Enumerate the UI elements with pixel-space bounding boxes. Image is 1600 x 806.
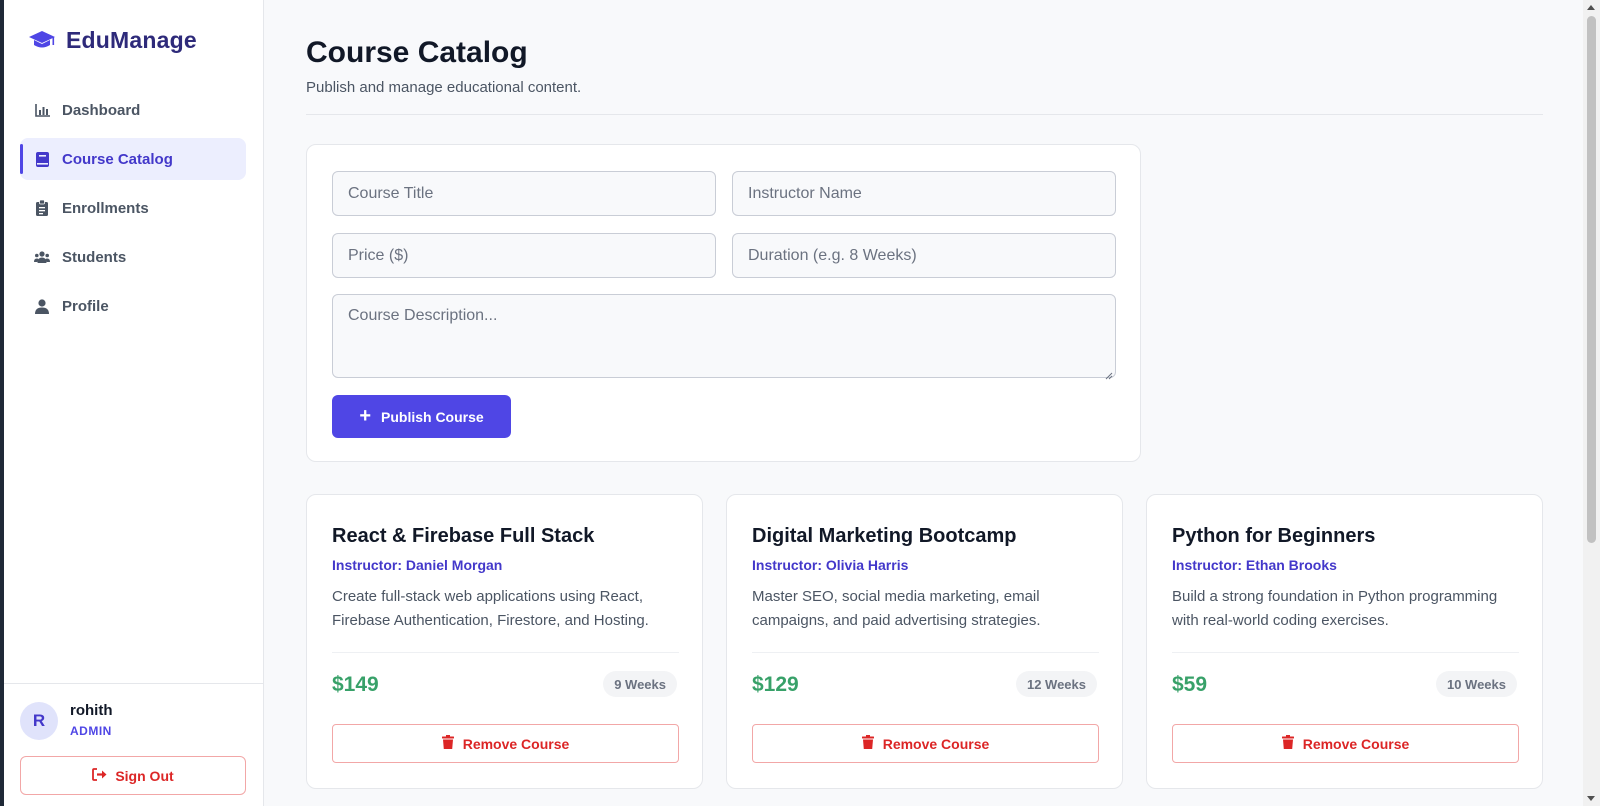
course-instructor: Instructor: Ethan Brooks [1172, 557, 1337, 573]
remove-course-button[interactable]: Remove Course [752, 724, 1099, 763]
bar-chart-icon [34, 102, 50, 118]
course-title-input[interactable] [348, 184, 700, 203]
sign-out-icon [92, 767, 107, 784]
sign-out-button[interactable]: Sign Out [20, 756, 246, 795]
scrollbar-thumb[interactable] [1587, 16, 1596, 543]
brand[interactable]: EduManage [28, 26, 197, 54]
course-card: React & Firebase Full Stack Instructor: … [306, 494, 703, 789]
course-description: Build a strong foundation in Python prog… [1172, 588, 1498, 629]
trash-icon [441, 735, 454, 752]
instructor-name-input[interactable] [748, 184, 1100, 203]
sidebar-item-course-catalog[interactable]: Course Catalog [20, 138, 246, 180]
remove-course-label: Remove Course [882, 735, 990, 752]
sidebar-item-enrollments[interactable]: Enrollments [20, 187, 246, 229]
course-title-field[interactable] [332, 171, 716, 216]
user-icon [34, 298, 50, 314]
sidebar-item-label: Course Catalog [62, 150, 173, 168]
sidebar-item-label: Profile [62, 297, 109, 315]
price-input[interactable] [348, 246, 700, 265]
sidebar-item-label: Dashboard [62, 101, 141, 119]
course-description: Create full-stack web applications using… [332, 588, 649, 629]
trash-icon [861, 735, 874, 752]
course-title: React & Firebase Full Stack [332, 525, 595, 547]
vertical-scrollbar[interactable] [1583, 0, 1600, 806]
course-instructor: Instructor: Olivia Harris [752, 557, 909, 573]
graduation-cap-icon [28, 26, 56, 54]
course-title: Python for Beginners [1172, 525, 1376, 547]
resize-handle-icon[interactable] [1105, 367, 1113, 380]
duration-badge: 9 Weeks [603, 671, 677, 697]
duration-badge: 12 Weeks [1015, 671, 1097, 697]
sign-out-label: Sign Out [115, 767, 174, 784]
course-card: Digital Marketing Bootcamp Instructor: O… [726, 494, 1123, 789]
price-field[interactable] [332, 233, 716, 278]
scroll-up-arrow-icon[interactable] [1587, 5, 1595, 10]
remove-course-label: Remove Course [1302, 735, 1410, 752]
brand-name: EduManage [66, 26, 197, 53]
duration-input[interactable] [748, 246, 1100, 265]
duration-field[interactable] [732, 233, 1116, 278]
course-card: Python for Beginners Instructor: Ethan B… [1146, 494, 1543, 789]
course-price: $59 [1172, 673, 1208, 696]
course-form: + Publish Course [306, 144, 1141, 462]
user-role-badge: ADMIN [70, 724, 112, 738]
header-divider [306, 114, 1543, 115]
sidebar: EduManage Dashboard Course Catalog Enrol… [4, 0, 264, 806]
trash-icon [1281, 735, 1294, 752]
user-name: rohith [70, 702, 113, 719]
scroll-down-arrow-icon[interactable] [1587, 796, 1595, 801]
clipboard-icon [34, 200, 50, 216]
course-price: $129 [752, 673, 799, 696]
sidebar-item-students[interactable]: Students [20, 236, 246, 278]
card-divider [1172, 652, 1519, 653]
sidebar-nav: Dashboard Course Catalog Enrollments Stu… [20, 89, 246, 334]
instructor-name-field[interactable] [732, 171, 1116, 216]
book-icon [34, 151, 50, 167]
publish-course-label: Publish Course [381, 408, 484, 425]
remove-course-button[interactable]: Remove Course [332, 724, 679, 763]
sidebar-item-label: Students [62, 248, 127, 266]
card-divider [752, 652, 1099, 653]
avatar: R [20, 702, 58, 740]
course-description-input[interactable] [348, 307, 1100, 365]
page-subtitle: Publish and manage educational content. [306, 79, 582, 96]
card-divider [332, 652, 679, 653]
remove-course-button[interactable]: Remove Course [1172, 724, 1519, 763]
remove-course-label: Remove Course [462, 735, 570, 752]
sidebar-item-label: Enrollments [62, 199, 149, 217]
user-panel: R rohith ADMIN Sign Out [4, 683, 263, 806]
users-icon [34, 249, 50, 265]
course-description: Master SEO, social media marketing, emai… [752, 588, 1041, 629]
sidebar-item-profile[interactable]: Profile [20, 285, 246, 327]
duration-badge: 10 Weeks [1435, 671, 1517, 697]
course-instructor: Instructor: Daniel Morgan [332, 557, 503, 573]
page-title: Course Catalog [306, 36, 528, 69]
course-price: $149 [332, 673, 379, 696]
plus-icon: + [359, 404, 371, 427]
course-description-field[interactable] [332, 294, 1116, 380]
publish-course-button[interactable]: + Publish Course [332, 395, 511, 438]
course-title: Digital Marketing Bootcamp [752, 525, 1017, 547]
sidebar-item-dashboard[interactable]: Dashboard [20, 89, 246, 131]
